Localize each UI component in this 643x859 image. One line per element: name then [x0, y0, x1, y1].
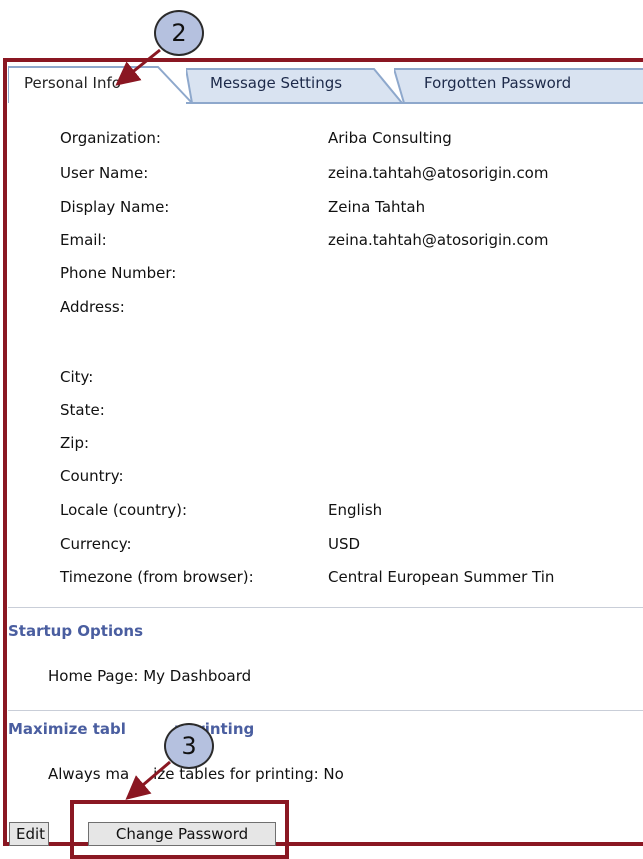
field-label: Timezone (from browser): [60, 568, 254, 586]
maximize-heading-part: Maximize tabl [8, 720, 126, 738]
tab-forgotten-password[interactable]: Forgotten Password [394, 65, 643, 104]
tab-message-settings-label: Message Settings [210, 74, 343, 92]
field-label: Zip: [60, 434, 90, 452]
section-divider [8, 710, 643, 711]
home-page-setting: Home Page: My Dashboard [48, 667, 252, 685]
field-value: USD [328, 535, 361, 553]
tab-message-settings[interactable]: Message Settings [186, 65, 405, 104]
field-label: Country: [60, 467, 124, 485]
startup-options-heading: Startup Options [8, 622, 144, 640]
field-value: Ariba Consulting [328, 129, 452, 147]
step-2-callout: 2 [154, 10, 204, 56]
field-label: Phone Number: [60, 264, 177, 282]
maximize-setting-part: Always ma [48, 765, 130, 783]
field-label: Locale (country): [60, 501, 187, 519]
section-divider [8, 607, 643, 608]
edit-button[interactable]: Edit [9, 822, 49, 846]
tab-bar: Personal Info Message Settings Forgotten… [8, 65, 643, 104]
tab-personal-info-label: Personal Info [24, 74, 121, 92]
field-label: State: [60, 401, 105, 419]
tab-personal-info[interactable]: Personal Info [8, 65, 193, 104]
field-label: Address: [60, 298, 125, 316]
field-label: Email: [60, 231, 107, 249]
field-value: English [328, 501, 383, 519]
field-label: City: [60, 368, 94, 386]
field-value: Central European Summer Tin [328, 568, 555, 586]
tab-divider [186, 102, 643, 104]
field-value: zeina.tahtah@atosorigin.com [328, 164, 549, 182]
step-3-callout: 3 [164, 723, 214, 769]
change-password-highlight [70, 800, 289, 859]
maximize-tables-heading: Maximize tabl r printing [8, 720, 254, 738]
field-value: zeina.tahtah@atosorigin.com [328, 231, 549, 249]
field-label: Organization: [60, 129, 161, 147]
field-label: User Name: [60, 164, 149, 182]
tab-forgotten-password-label: Forgotten Password [424, 74, 572, 92]
field-label: Currency: [60, 535, 132, 553]
field-label: Display Name: [60, 198, 170, 216]
field-value: Zeina Tahtah [328, 198, 426, 216]
